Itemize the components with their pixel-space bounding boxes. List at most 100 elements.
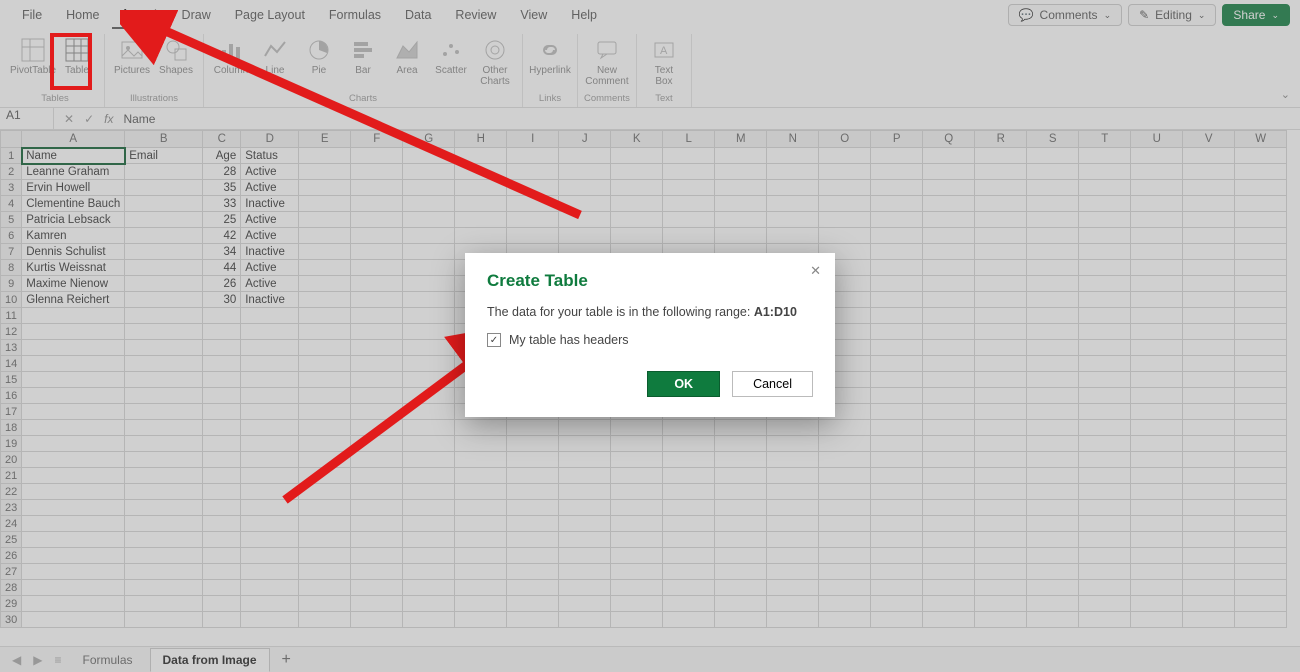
cell[interactable]	[455, 532, 507, 548]
cell[interactable]	[22, 532, 125, 548]
cell[interactable]	[767, 228, 819, 244]
cell[interactable]	[1183, 596, 1235, 612]
cell[interactable]: Age	[203, 148, 241, 164]
col-header-S[interactable]: S	[1027, 131, 1079, 148]
cell[interactable]	[507, 596, 559, 612]
cell[interactable]	[1183, 180, 1235, 196]
cell[interactable]	[351, 484, 403, 500]
cell[interactable]	[299, 276, 351, 292]
cell[interactable]	[1079, 420, 1131, 436]
cell[interactable]	[125, 356, 203, 372]
cell[interactable]	[299, 388, 351, 404]
cell[interactable]	[975, 356, 1027, 372]
cell[interactable]	[203, 484, 241, 500]
cell[interactable]	[559, 580, 611, 596]
formula-value[interactable]: Name	[119, 112, 155, 126]
cell[interactable]	[1235, 564, 1287, 580]
cell[interactable]	[203, 404, 241, 420]
cell[interactable]	[125, 292, 203, 308]
row-header[interactable]: 13	[1, 340, 22, 356]
cell[interactable]	[1027, 356, 1079, 372]
cell[interactable]	[455, 468, 507, 484]
cell[interactable]	[403, 372, 455, 388]
cell[interactable]: Inactive	[241, 196, 299, 212]
cell[interactable]	[1183, 452, 1235, 468]
cell[interactable]	[975, 164, 1027, 180]
cell[interactable]	[1027, 308, 1079, 324]
cell[interactable]	[351, 468, 403, 484]
cell[interactable]	[351, 452, 403, 468]
cell[interactable]	[923, 500, 975, 516]
col-header-E[interactable]: E	[299, 131, 351, 148]
cell[interactable]	[1079, 580, 1131, 596]
cell[interactable]	[403, 164, 455, 180]
cell[interactable]	[559, 420, 611, 436]
cell[interactable]	[923, 196, 975, 212]
cell[interactable]	[923, 468, 975, 484]
cell[interactable]: Email	[125, 148, 203, 164]
cell[interactable]	[299, 612, 351, 628]
cell[interactable]	[241, 388, 299, 404]
cell[interactable]	[819, 596, 871, 612]
cell[interactable]	[767, 548, 819, 564]
cell[interactable]	[1131, 420, 1183, 436]
cell[interactable]	[1131, 548, 1183, 564]
cell[interactable]	[923, 436, 975, 452]
cell[interactable]	[663, 212, 715, 228]
cell[interactable]	[1079, 436, 1131, 452]
cell[interactable]	[1183, 500, 1235, 516]
cell[interactable]	[923, 340, 975, 356]
cell[interactable]	[611, 484, 663, 500]
cell[interactable]	[241, 308, 299, 324]
enter-icon[interactable]: ✓	[84, 112, 94, 126]
cell[interactable]	[203, 372, 241, 388]
cell[interactable]	[203, 516, 241, 532]
cell[interactable]	[1183, 548, 1235, 564]
cell[interactable]: Active	[241, 260, 299, 276]
cell[interactable]	[715, 420, 767, 436]
cell[interactable]	[241, 372, 299, 388]
cell[interactable]	[241, 468, 299, 484]
cell[interactable]	[975, 292, 1027, 308]
cell[interactable]	[125, 372, 203, 388]
col-header-M[interactable]: M	[715, 131, 767, 148]
cell[interactable]	[455, 452, 507, 468]
cell[interactable]	[125, 452, 203, 468]
ribbon-hyperlink[interactable]: Hyperlink	[529, 34, 571, 79]
cell[interactable]	[767, 148, 819, 164]
cell[interactable]: Inactive	[241, 292, 299, 308]
cell[interactable]	[125, 196, 203, 212]
cell[interactable]	[923, 260, 975, 276]
cell[interactable]	[1183, 308, 1235, 324]
cell[interactable]	[559, 196, 611, 212]
cell[interactable]	[241, 612, 299, 628]
cell[interactable]	[1079, 212, 1131, 228]
cell[interactable]	[351, 420, 403, 436]
cell[interactable]	[1183, 532, 1235, 548]
cell[interactable]	[871, 500, 923, 516]
cell[interactable]	[507, 180, 559, 196]
cell[interactable]	[351, 196, 403, 212]
cell[interactable]	[1235, 308, 1287, 324]
cell[interactable]	[125, 260, 203, 276]
cell[interactable]	[715, 196, 767, 212]
cell[interactable]	[1183, 148, 1235, 164]
cell[interactable]	[975, 484, 1027, 500]
cell[interactable]	[351, 500, 403, 516]
cell[interactable]	[351, 180, 403, 196]
editing-button[interactable]: ✎Editing⌄	[1128, 4, 1216, 26]
cell[interactable]	[819, 164, 871, 180]
cell[interactable]	[22, 516, 125, 532]
cell[interactable]	[1235, 228, 1287, 244]
cell[interactable]	[241, 404, 299, 420]
cell[interactable]	[1027, 148, 1079, 164]
cell[interactable]	[1183, 340, 1235, 356]
cell[interactable]	[455, 228, 507, 244]
col-header-V[interactable]: V	[1183, 131, 1235, 148]
cell[interactable]	[241, 500, 299, 516]
menu-view[interactable]: View	[508, 2, 559, 28]
cell[interactable]	[403, 212, 455, 228]
cell[interactable]	[1235, 276, 1287, 292]
cell[interactable]	[559, 548, 611, 564]
cell[interactable]	[975, 500, 1027, 516]
